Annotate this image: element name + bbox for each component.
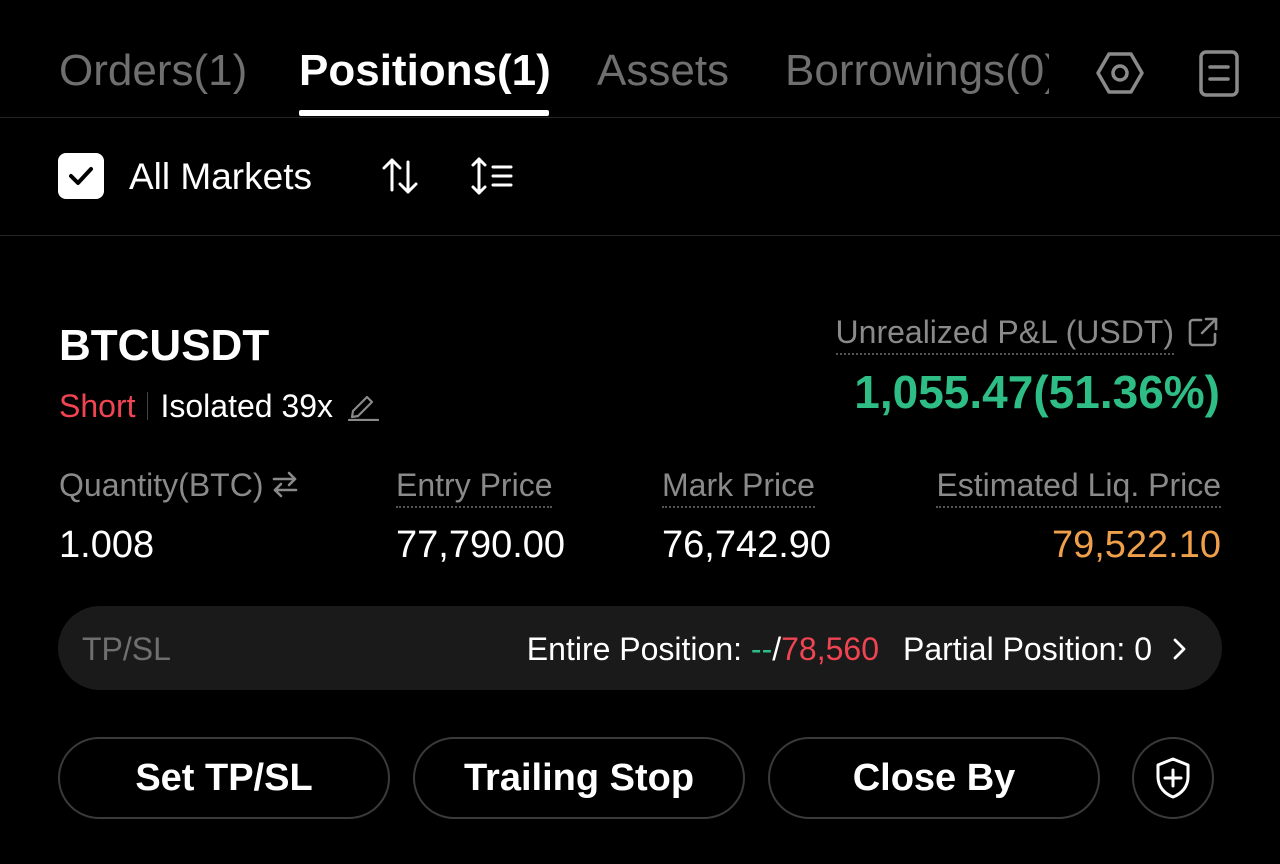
position-symbol[interactable]: BTCUSDT — [59, 320, 269, 372]
quantity-label-text: Quantity(BTC) — [59, 467, 264, 503]
entry-price-value: 77,790.00 — [396, 524, 566, 566]
tab-assets[interactable]: Assets — [597, 44, 729, 98]
active-tab-indicator — [299, 110, 549, 116]
trailing-stop-button[interactable]: Trailing Stop — [413, 737, 745, 819]
position-side-row: Short Isolated 39x — [59, 386, 380, 426]
chevron-right-icon[interactable] — [1170, 632, 1190, 671]
tpsl-separator: / — [772, 631, 782, 667]
close-by-button[interactable]: Close By — [768, 737, 1100, 819]
tab-borrowings[interactable]: Borrowings(0) — [785, 44, 1049, 98]
stop-loss-value: 78,560 — [781, 631, 879, 667]
tab-orders[interactable]: Orders(1) — [59, 44, 247, 98]
unrealized-pnl-value: 1,055.47(51.36%) — [854, 366, 1220, 418]
side-divider — [147, 392, 149, 420]
tpsl-detail: Entire Position: --/78,560 Partial Positi… — [527, 630, 1152, 668]
check-icon — [69, 167, 93, 185]
mark-price-value: 76,742.90 — [662, 524, 832, 566]
entry-price-label[interactable]: Entry Price — [396, 466, 553, 508]
shield-plus-button[interactable] — [1132, 737, 1214, 819]
set-tpsl-button[interactable]: Set TP/SL — [58, 737, 390, 819]
swap-unit-icon[interactable] — [271, 468, 299, 506]
shield-plus-icon — [1156, 757, 1190, 799]
edit-leverage-icon[interactable] — [347, 389, 380, 430]
entire-position-label: Entire Position: — [526, 631, 751, 667]
take-profit-value: -- — [750, 631, 773, 667]
tpsl-summary-bar[interactable]: TP/SL Entire Position: --/78,560 Partial … — [58, 606, 1222, 690]
all-markets-label[interactable]: All Markets — [129, 156, 312, 198]
settings-hex-icon[interactable] — [1095, 48, 1145, 98]
liq-price-value: 79,522.10 — [1051, 524, 1221, 566]
margin-mode: Isolated 39x — [160, 388, 334, 424]
tpsl-label: TP/SL — [82, 631, 171, 667]
clipboard-icon[interactable] — [1194, 48, 1244, 98]
sort-arrows-icon[interactable] — [378, 154, 422, 198]
mark-price-label[interactable]: Mark Price — [662, 466, 815, 508]
liq-price-label[interactable]: Estimated Liq. Price — [936, 466, 1221, 508]
position-side: Short — [59, 388, 136, 424]
partial-position-label: Partial Position: 0 — [902, 631, 1152, 667]
positions-panel: Orders(1) Positions(1) Assets Borrowings… — [0, 0, 1280, 864]
filter-row: All Markets — [0, 118, 1280, 236]
quantity-label: Quantity(BTC) — [59, 466, 299, 506]
share-icon[interactable] — [1186, 315, 1220, 349]
list-sort-icon[interactable] — [469, 154, 513, 198]
tab-positions[interactable]: Positions(1) — [299, 44, 551, 98]
tab-bar: Orders(1) Positions(1) Assets Borrowings… — [0, 0, 1280, 118]
unrealized-pnl-label[interactable]: Unrealized P&L (USDT) — [835, 313, 1174, 355]
tab-borrowings-label: Borrowings(0) — [785, 46, 1049, 95]
quantity-value: 1.008 — [59, 524, 155, 566]
all-markets-checkbox[interactable] — [58, 153, 104, 199]
